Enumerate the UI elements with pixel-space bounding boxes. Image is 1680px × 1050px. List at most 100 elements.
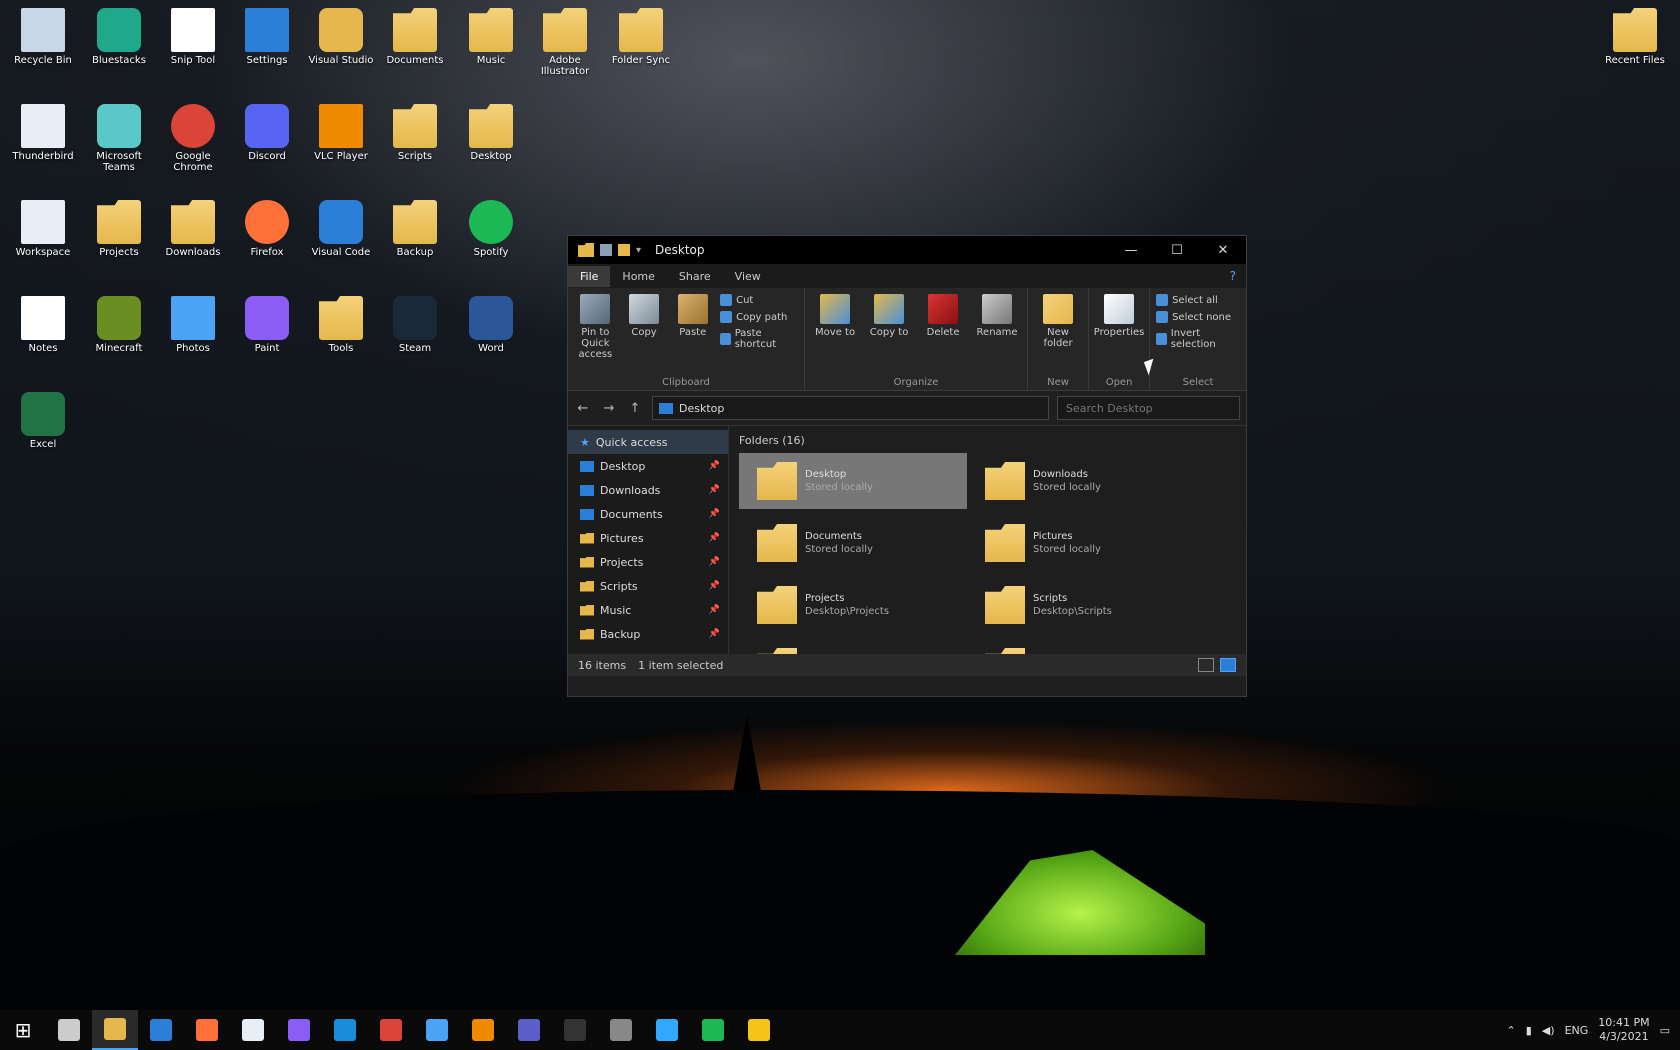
desktop-icon[interactable]: Photos [156,292,230,378]
nav-item[interactable]: ★ Quick access [568,430,728,454]
taskbar-app[interactable] [736,1010,782,1050]
desktop-icon[interactable]: Spotify [454,196,528,282]
taskbar-app[interactable] [598,1010,644,1050]
copy-button[interactable]: Copy [623,294,666,338]
network-icon[interactable]: ▮ [1526,1024,1532,1037]
paste-button[interactable]: Paste [671,294,714,338]
taskbar-app[interactable] [414,1010,460,1050]
desktop-icon[interactable]: Documents [378,4,452,90]
address-bar[interactable]: Desktop [652,396,1049,420]
desktop-icon[interactable]: Desktop [454,100,528,186]
desktop-icon[interactable]: Steam [378,292,452,378]
desktop-icon[interactable]: Recent Files [1598,4,1672,90]
close-button[interactable]: ✕ [1200,236,1246,264]
desktop-icon[interactable]: Microsoft Teams [82,100,156,186]
desktop-icon[interactable]: Folder Sync [604,4,678,90]
folder-tile[interactable]: Music [739,639,967,654]
explorer-titlebar[interactable]: ▾ Desktop — ☐ ✕ [568,236,1246,264]
desktop-icon[interactable]: Notes [6,292,80,378]
copy-path-button[interactable]: Copy path [720,311,798,323]
start-button[interactable]: ⊞ [0,1010,46,1050]
desktop-icon[interactable]: Scripts [378,100,452,186]
desktop-icon[interactable]: Adobe Illustrator [528,4,602,90]
desktop-icon[interactable]: Visual Code [304,196,378,282]
folder-tile[interactable]: Documents Stored locally [739,515,967,571]
desktop-icon[interactable]: Visual Studio [304,4,378,90]
taskbar-app[interactable] [506,1010,552,1050]
nav-item[interactable]: Scripts 📌 [568,574,728,598]
nav-item[interactable]: Projects 📌 [568,550,728,574]
taskbar-app[interactable] [184,1010,230,1050]
pin-quick-access-button[interactable]: Pin to Quick access [574,294,617,360]
desktop-icon[interactable]: Tools [304,292,378,378]
tab-share[interactable]: Share [667,266,723,287]
taskbar-app[interactable] [644,1010,690,1050]
folder-tile[interactable]: Desktop Stored locally [739,453,967,509]
details-view-icon[interactable] [1198,658,1214,672]
clock[interactable]: 10:41 PM 4/3/2021 [1598,1016,1649,1044]
taskbar-app[interactable] [368,1010,414,1050]
new-folder-button[interactable]: New folder [1034,294,1082,349]
copy-to-button[interactable]: Copy to [865,294,913,338]
new-folder-icon[interactable] [618,244,630,256]
tab-view[interactable]: View [723,266,773,287]
desktop-icon[interactable]: Snip Tool [156,4,230,90]
desktop-icon[interactable]: Thunderbird [6,100,80,186]
tiles-view-icon[interactable] [1220,658,1236,672]
desktop-icon[interactable]: Word [454,292,528,378]
rename-button[interactable]: Rename [973,294,1021,338]
desktop-icon[interactable]: Recycle Bin [6,4,80,90]
language-indicator[interactable]: ENG [1565,1024,1589,1037]
desktop-icon[interactable]: Firefox [230,196,304,282]
nav-item[interactable]: Desktop 📌 [568,454,728,478]
help-icon[interactable]: ? [1230,269,1236,283]
nav-item[interactable]: Pictures 📌 [568,526,728,550]
delete-button[interactable]: Delete [919,294,967,338]
taskbar-app[interactable] [460,1010,506,1050]
move-to-button[interactable]: Move to [811,294,859,338]
cut-button[interactable]: Cut [720,294,798,306]
invert-selection-button[interactable]: Invert selection [1156,328,1240,350]
group-header[interactable]: Folders (16) [739,434,1236,447]
maximize-button[interactable]: ☐ [1154,236,1200,264]
taskbar-app[interactable] [322,1010,368,1050]
forward-button[interactable]: → [600,401,618,416]
volume-icon[interactable]: ◀) [1542,1024,1555,1037]
taskbar-app[interactable] [46,1010,92,1050]
desktop-icon[interactable]: Discord [230,100,304,186]
desktop-icon[interactable]: VLC Player [304,100,378,186]
notifications-icon[interactable]: ▭ [1660,1024,1670,1037]
nav-item[interactable]: Backup 📌 [568,622,728,646]
select-all-button[interactable]: Select all [1156,294,1240,306]
taskbar-app[interactable] [552,1010,598,1050]
nav-item[interactable]: Music 📌 [568,598,728,622]
select-none-button[interactable]: Select none [1156,311,1240,323]
folder-tile[interactable]: Downloads Stored locally [967,453,1195,509]
nav-item[interactable]: Documents 📌 [568,502,728,526]
desktop-icon[interactable]: Downloads [156,196,230,282]
up-button[interactable]: ↑ [626,401,644,416]
desktop-icon[interactable]: Google Chrome [156,100,230,186]
desktop-icon[interactable]: Excel [6,388,80,474]
back-button[interactable]: ← [574,401,592,416]
desktop-icon[interactable]: Projects [82,196,156,282]
taskbar-app[interactable] [92,1010,138,1050]
taskbar-app[interactable] [690,1010,736,1050]
taskbar-app[interactable] [230,1010,276,1050]
desktop-icon[interactable]: Backup [378,196,452,282]
folder-tile[interactable]: Pictures Stored locally [967,515,1195,571]
chevron-down-icon[interactable]: ▾ [636,245,641,256]
desktop-icon[interactable]: Workspace [6,196,80,282]
properties-button[interactable]: Properties [1094,294,1144,338]
search-input[interactable] [1064,400,1208,416]
nav-item[interactable]: Downloads 📌 [568,478,728,502]
desktop-icon[interactable]: Minecraft [82,292,156,378]
paste-shortcut-button[interactable]: Paste shortcut [720,328,798,350]
folder-tile[interactable]: Projects Desktop\Projects [739,577,967,633]
folder-tile[interactable]: Backup [967,639,1195,654]
taskbar-app[interactable] [276,1010,322,1050]
minimize-button[interactable]: — [1108,236,1154,264]
properties-icon[interactable] [600,244,612,256]
desktop-icon[interactable]: Paint [230,292,304,378]
chevron-up-icon[interactable]: ⌃ [1507,1024,1516,1037]
